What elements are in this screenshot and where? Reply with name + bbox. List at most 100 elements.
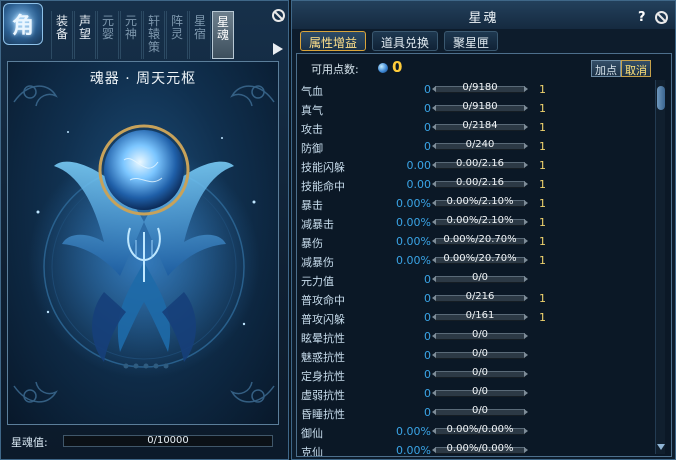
- attribute-name: 暴伤: [301, 237, 323, 250]
- attribute-level: 1: [539, 159, 546, 172]
- artifact-title: 魂器 · 周天元枢: [89, 71, 197, 87]
- attribute-range: 0/0: [471, 272, 489, 283]
- attribute-value: 0: [424, 387, 431, 400]
- title-bar[interactable]: 星魂: [292, 1, 675, 29]
- attribute-level: 1: [539, 140, 546, 153]
- attribute-name: 普攻闪躲: [301, 313, 345, 326]
- attribute-content: 可用点数: 0 加点 取消 气血 0 0/9180 1 真气 0 0/9180 1 攻击 0 0/2…: [296, 53, 672, 457]
- character-tab-label: 星 魂: [216, 15, 229, 42]
- attribute-row: 技能命中 0.00 0.00/2.16 1: [299, 175, 653, 194]
- attribute-range: 0/0: [471, 386, 489, 397]
- attribute-name: 魅惑抗性: [301, 351, 345, 364]
- attribute-row: 普攻命中 0 0/216 1: [299, 289, 653, 308]
- attribute-name: 气血: [301, 85, 323, 98]
- attribute-name: 虚弱抗性: [301, 389, 345, 402]
- attribute-level: 1: [539, 235, 546, 248]
- tab-attribute-bonus[interactable]: 属性增益: [300, 31, 367, 51]
- character-tab[interactable]: 星 魂: [212, 11, 234, 59]
- scrollbar-thumb[interactable]: [657, 86, 665, 110]
- attribute-level: 1: [539, 311, 546, 324]
- attribute-row: 暴击 0.00% 0.00%/2.10% 1: [299, 194, 653, 213]
- character-tab-label: 阵 灵: [170, 14, 183, 41]
- attribute-name: 眩晕抗性: [301, 332, 345, 345]
- attribute-range: 0.00%/20.70%: [443, 234, 517, 245]
- scrollbar[interactable]: [655, 80, 665, 454]
- attribute-value: 0: [424, 311, 431, 324]
- artifact-illustration: [13, 85, 275, 403]
- cancel-button[interactable]: 取消: [621, 60, 651, 77]
- attribute-name: 防御: [301, 142, 323, 155]
- attribute-name: 暴击: [301, 199, 323, 212]
- attribute-value: 0.00%: [396, 425, 431, 438]
- attribute-name: 技能闪躲: [301, 161, 345, 174]
- attribute-level: 1: [539, 197, 546, 210]
- attribute-range: 0.00%/2.10%: [446, 215, 514, 226]
- character-tab-label: 元 婴: [101, 14, 114, 41]
- attribute-level: 1: [539, 292, 546, 305]
- attribute-row: 御仙 0.00% 0.00%/0.00%: [299, 422, 653, 441]
- star-soul-panel: 星魂 ? 属性增益 道具兑换 聚星匣 可用点数: 0 加点 取消 气血 0 0/91…: [291, 0, 676, 460]
- attribute-range: 0/0: [471, 367, 489, 378]
- attribute-range: 0.00%/0.00%: [446, 443, 514, 454]
- attribute-value: 0: [424, 102, 431, 115]
- character-tab[interactable]: 元 神: [120, 11, 142, 59]
- character-tab-label: 装 备: [55, 14, 68, 41]
- attribute-row: 定身抗性 0 0/0: [299, 365, 653, 384]
- available-points-label: 可用点数:: [311, 63, 359, 76]
- character-tab[interactable]: 装 备: [51, 11, 73, 59]
- attribute-value: 0: [424, 349, 431, 362]
- close-icon[interactable]: [655, 11, 668, 24]
- attribute-name: 攻击: [301, 123, 323, 136]
- soul-progress-bar: 0/10000: [63, 435, 273, 447]
- attribute-value: 0.00%: [396, 235, 431, 248]
- help-icon[interactable]: ?: [638, 10, 646, 25]
- close-icon[interactable]: [272, 9, 285, 22]
- character-panel: 角 装 备声 望元 婴元 神轩 辕 策阵 灵星 宿星 魂 魂器 · 周天元枢 星…: [0, 0, 289, 460]
- attribute-value: 0.00%: [396, 216, 431, 229]
- attribute-name: 减暴击: [301, 218, 334, 231]
- attribute-name: 真气: [301, 104, 323, 117]
- attribute-level: 1: [539, 121, 546, 134]
- tab-item-exchange[interactable]: 道具兑换: [372, 31, 439, 51]
- attribute-range: 0.00%/2.10%: [446, 196, 514, 207]
- character-tab-label: 声 望: [78, 14, 91, 41]
- attribute-value: 0.00: [406, 178, 432, 191]
- expand-arrow-icon[interactable]: [273, 43, 283, 55]
- character-tab[interactable]: 声 望: [74, 11, 96, 59]
- character-tab[interactable]: 轩 辕 策: [143, 11, 165, 59]
- attribute-row: 昏睡抗性 0 0/0: [299, 403, 653, 422]
- star-orb-icon: [378, 63, 388, 73]
- attribute-value: 0: [424, 121, 431, 134]
- attribute-row: 虚弱抗性 0 0/0: [299, 384, 653, 403]
- tab-star-box[interactable]: 聚星匣: [444, 31, 499, 51]
- attribute-value: 0.00%: [396, 444, 431, 456]
- attribute-row: 攻击 0 0/2184 1: [299, 118, 653, 137]
- character-tab[interactable]: 元 婴: [97, 11, 119, 59]
- soul-value-label: 星魂值:: [11, 436, 48, 449]
- character-tab[interactable]: 阵 灵: [166, 11, 188, 59]
- character-badge-icon[interactable]: 角: [3, 3, 43, 45]
- character-tab-label: 元 神: [124, 14, 137, 41]
- attribute-row: 真气 0 0/9180 1: [299, 99, 653, 118]
- attribute-range: 0/0: [471, 348, 489, 359]
- attribute-range: 0/2184: [462, 120, 498, 131]
- attribute-value: 0: [424, 330, 431, 343]
- attribute-range: 0/216: [465, 291, 495, 302]
- attribute-level: 1: [539, 102, 546, 115]
- character-tab[interactable]: 星 宿: [189, 11, 211, 59]
- attribute-row: 技能闪躲 0.00 0.00/2.16 1: [299, 156, 653, 175]
- add-point-button[interactable]: 加点: [591, 60, 621, 77]
- attribute-range: 0/0: [471, 405, 489, 416]
- attribute-row: 防御 0 0/240 1: [299, 137, 653, 156]
- attribute-value: 0: [424, 83, 431, 96]
- attribute-value: 0.00: [406, 159, 432, 172]
- attribute-value: 0: [424, 292, 431, 305]
- scroll-down-arrow-icon[interactable]: [657, 444, 665, 450]
- attribute-level: 1: [539, 216, 546, 229]
- attribute-level: 1: [539, 83, 546, 96]
- attribute-row: 普攻闪躲 0 0/161 1: [299, 308, 653, 327]
- attribute-range: 0/9180: [462, 82, 498, 93]
- panel-title: 星魂: [468, 11, 499, 26]
- attribute-range: 0/161: [465, 310, 495, 321]
- star-soul-artwork: 魂器 · 周天元枢: [7, 61, 279, 425]
